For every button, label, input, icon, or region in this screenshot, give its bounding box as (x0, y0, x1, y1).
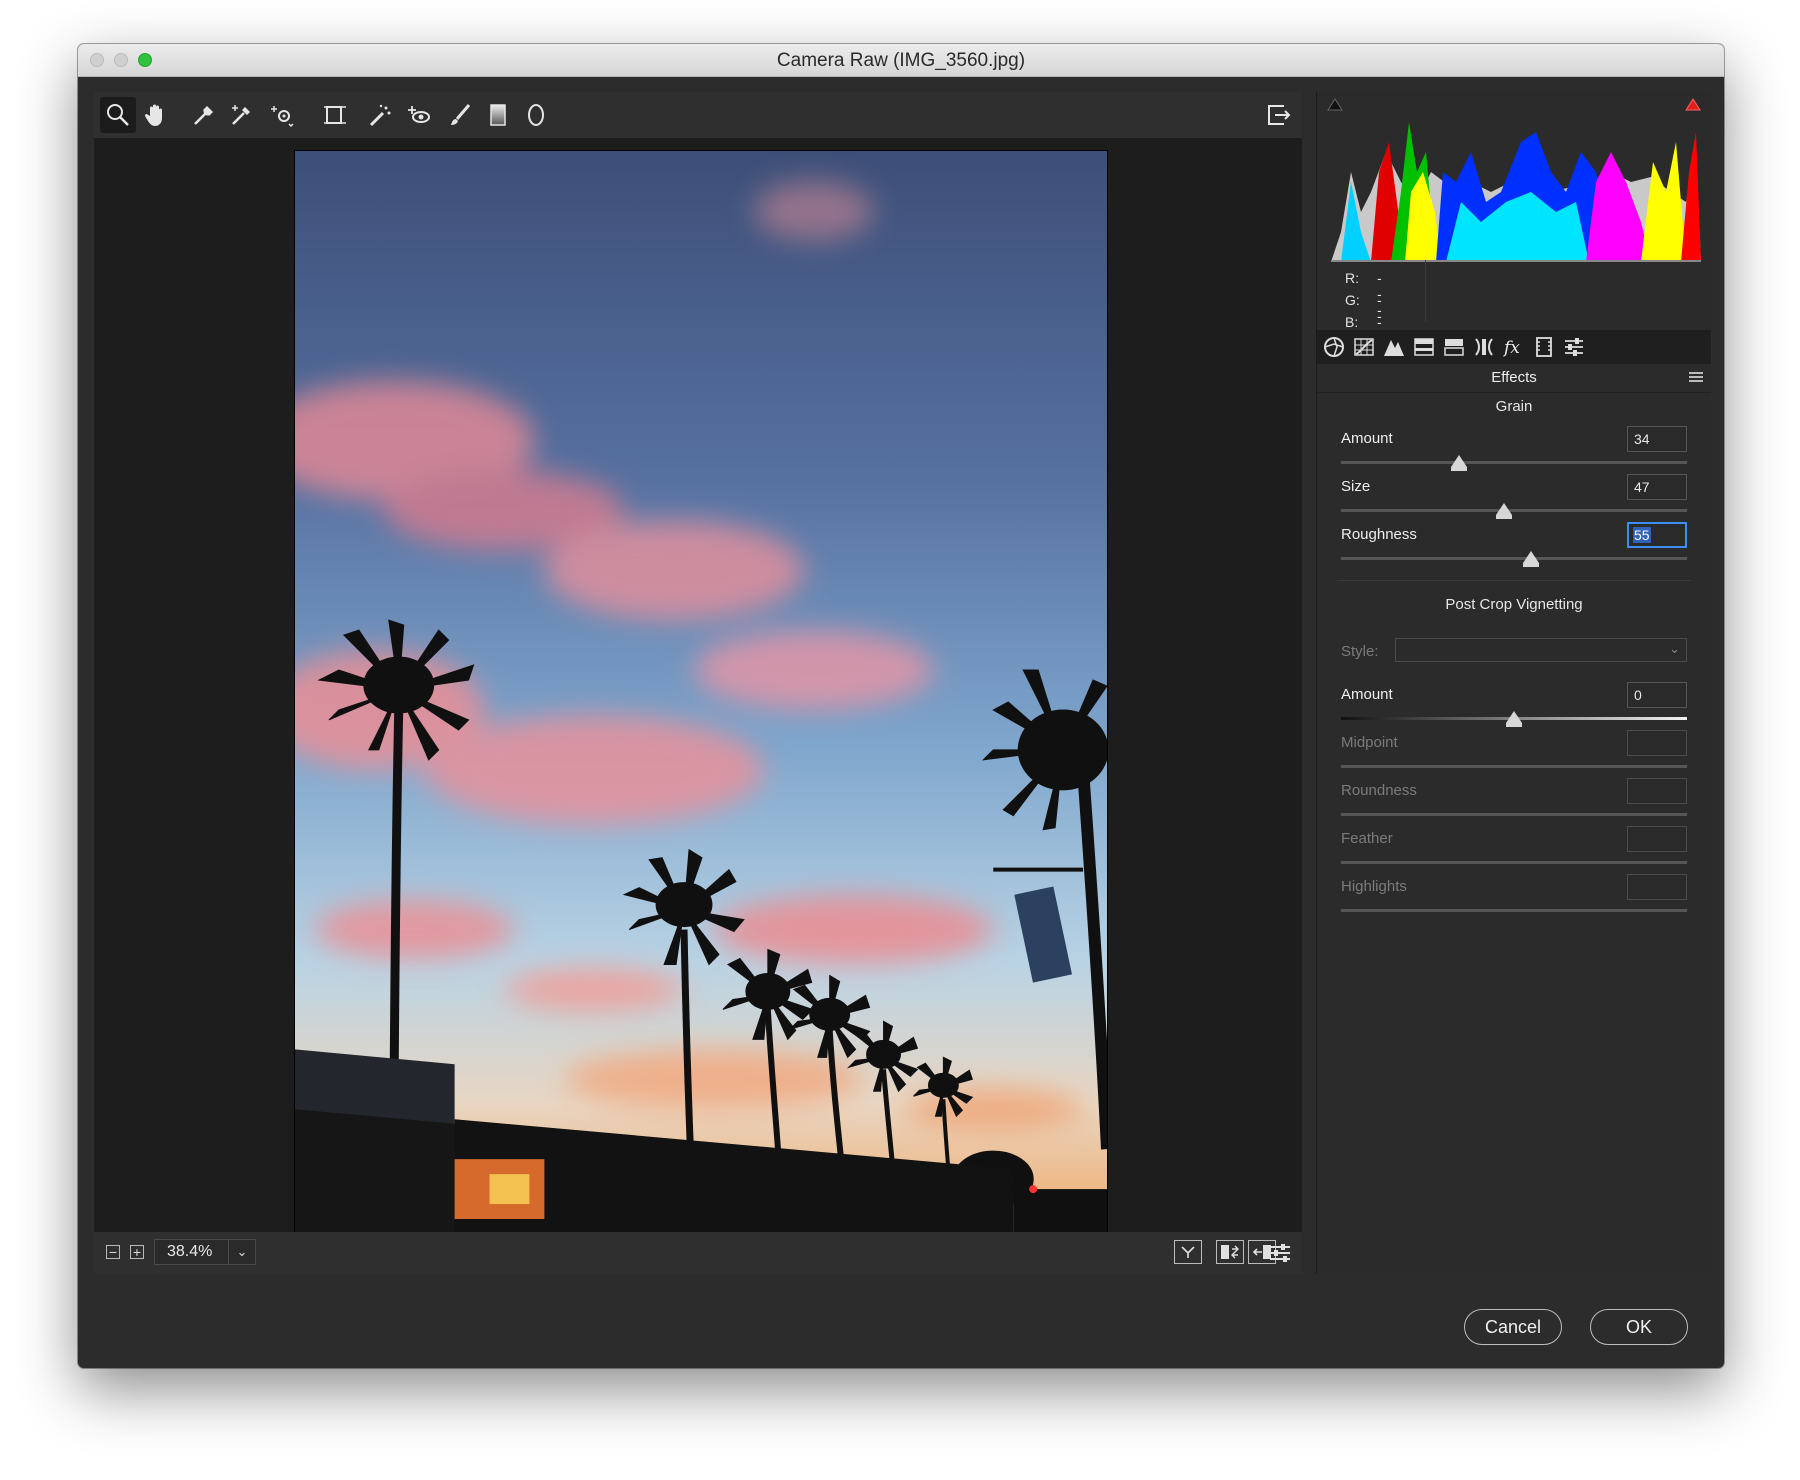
tab-detail-icon[interactable] (1381, 334, 1407, 360)
vignette-roundness-input (1627, 778, 1687, 804)
chevron-down-icon[interactable]: ⌄ (228, 1240, 255, 1264)
hand-icon[interactable] (138, 97, 174, 133)
vignette-amount-thumb[interactable] (1506, 711, 1522, 727)
vignette-style-select[interactable]: ⌄ (1395, 638, 1687, 662)
vignette-section-title: Post Crop Vignetting (1445, 596, 1583, 613)
toolbar (94, 92, 1302, 138)
white-balance-icon[interactable] (186, 97, 222, 133)
vignette-highlights-slider: Highlights (1341, 874, 1687, 920)
green-readout: G:--- (1345, 292, 1382, 340)
color-sampler-icon[interactable] (224, 97, 260, 133)
vignette-amount-input[interactable]: 0 (1627, 682, 1687, 708)
vignette-feather-track (1341, 861, 1687, 864)
grain-amount-track[interactable] (1341, 461, 1687, 464)
panel-title: Effects (1317, 364, 1711, 393)
vignette-feather-input (1627, 826, 1687, 852)
grain-roughness-input[interactable]: 55 (1627, 522, 1687, 548)
vignette-roundness-slider: Roundness (1341, 778, 1687, 824)
camera-raw-window: Camera Raw (IMG_3560.jpg) − + 38.4% ⌄ R:… (78, 44, 1724, 1368)
photo-preview[interactable] (294, 150, 1108, 1234)
tab-tone-curve-icon[interactable] (1351, 334, 1377, 360)
vignette-amount-label: Amount (1341, 686, 1393, 703)
swap-settings-icon[interactable] (1216, 1240, 1244, 1264)
grain-size-thumb[interactable] (1495, 503, 1512, 519)
preview-bottom-bar: − + 38.4% ⌄ (94, 1232, 1302, 1274)
grain-roughness-value: 55 (1633, 527, 1651, 543)
radial-filter-icon[interactable] (518, 97, 554, 133)
tab-presets-icon[interactable] (1561, 334, 1587, 360)
vignette-style-label: Style: (1341, 643, 1379, 660)
tab-camera-calibration-icon[interactable] (1531, 334, 1557, 360)
grain-amount-input[interactable]: 34 (1627, 426, 1687, 452)
grain-size-label: Size (1341, 478, 1371, 495)
window-title: Camera Raw (IMG_3560.jpg) (776, 50, 1026, 71)
zoom-out-button[interactable]: − (106, 1245, 120, 1259)
grain-roughness-label: Roughness (1341, 526, 1417, 543)
histogram-graph (1331, 122, 1701, 262)
vignette-feather-slider: Feather (1341, 826, 1687, 872)
tab-split-toning-icon[interactable] (1441, 334, 1467, 360)
grain-section-title: Grain (1495, 398, 1533, 415)
tab-lens-corrections-icon[interactable] (1471, 334, 1497, 360)
adjustment-brush-icon[interactable] (442, 97, 478, 133)
export-icon[interactable] (1260, 97, 1296, 133)
before-after-view-icon[interactable] (1174, 1240, 1202, 1264)
vignette-amount-slider[interactable]: Amount 0 (1341, 682, 1687, 728)
grain-size-slider[interactable]: Size 47 (1341, 474, 1687, 520)
red-readout: R: --- (1345, 270, 1382, 318)
grain-roughness-slider[interactable]: Roughness 55 (1341, 522, 1687, 568)
tab-basic-icon[interactable] (1321, 334, 1347, 360)
tab-effects-icon[interactable]: fx (1501, 334, 1527, 360)
vignette-style-row: Style: ⌄ (1341, 638, 1687, 666)
vignette-roundness-track (1341, 813, 1687, 816)
spot-removal-icon[interactable] (362, 97, 398, 133)
chevron-down-icon: ⌄ (1669, 641, 1680, 656)
readout-divider (1425, 260, 1426, 322)
zoom-icon[interactable] (100, 97, 136, 133)
vignette-midpoint-slider: Midpoint (1341, 730, 1687, 776)
transform-icon[interactable] (316, 97, 352, 133)
shadow-clipping-icon[interactable] (1325, 94, 1345, 114)
vignette-highlights-track (1341, 909, 1687, 912)
histogram: R:--- G:--- B:--- (1317, 92, 1711, 362)
grain-amount-thumb[interactable] (1450, 455, 1467, 471)
panel-tabs: fx (1317, 330, 1711, 364)
grain-amount-slider[interactable]: Amount 34 (1341, 426, 1687, 472)
targeted-adjustment-icon[interactable] (264, 97, 300, 133)
vignette-roundness-label: Roundness (1341, 782, 1417, 799)
section-divider (1337, 580, 1691, 581)
svg-text:fx: fx (1503, 338, 1520, 358)
vignette-midpoint-input (1627, 730, 1687, 756)
zoom-in-button[interactable]: + (130, 1245, 144, 1259)
graduated-filter-icon[interactable] (480, 97, 516, 133)
red-eye-icon[interactable] (400, 97, 436, 133)
blue-readout: B:--- (1345, 314, 1382, 362)
preview-preferences-icon[interactable] (1262, 1235, 1298, 1271)
grain-size-input[interactable]: 47 (1627, 474, 1687, 500)
zoom-level-select[interactable]: 38.4% ⌄ (154, 1239, 256, 1265)
vignette-midpoint-label: Midpoint (1341, 734, 1398, 751)
highlight-clipping-icon[interactable] (1683, 94, 1703, 114)
zoom-level-value: 38.4% (167, 1243, 213, 1260)
title-bar[interactable]: Camera Raw (IMG_3560.jpg) (78, 44, 1724, 77)
cancel-button[interactable]: Cancel (1464, 1309, 1562, 1345)
tab-hsl-icon[interactable] (1411, 334, 1437, 360)
ok-button[interactable]: OK (1590, 1309, 1688, 1345)
grain-roughness-track[interactable] (1341, 557, 1687, 560)
vignette-highlights-input (1627, 874, 1687, 900)
grain-amount-label: Amount (1341, 430, 1393, 447)
grain-size-track[interactable] (1341, 509, 1687, 512)
vignette-feather-label: Feather (1341, 830, 1393, 847)
grain-roughness-thumb[interactable] (1523, 551, 1540, 567)
preview-canvas[interactable] (94, 138, 1302, 1234)
panel-menu-icon[interactable] (1689, 372, 1703, 383)
adjustment-panel: R:--- G:--- B:--- fx Effects Grain Amoun… (1316, 92, 1711, 1274)
vignette-highlights-label: Highlights (1341, 878, 1407, 895)
vignette-midpoint-track (1341, 765, 1687, 768)
